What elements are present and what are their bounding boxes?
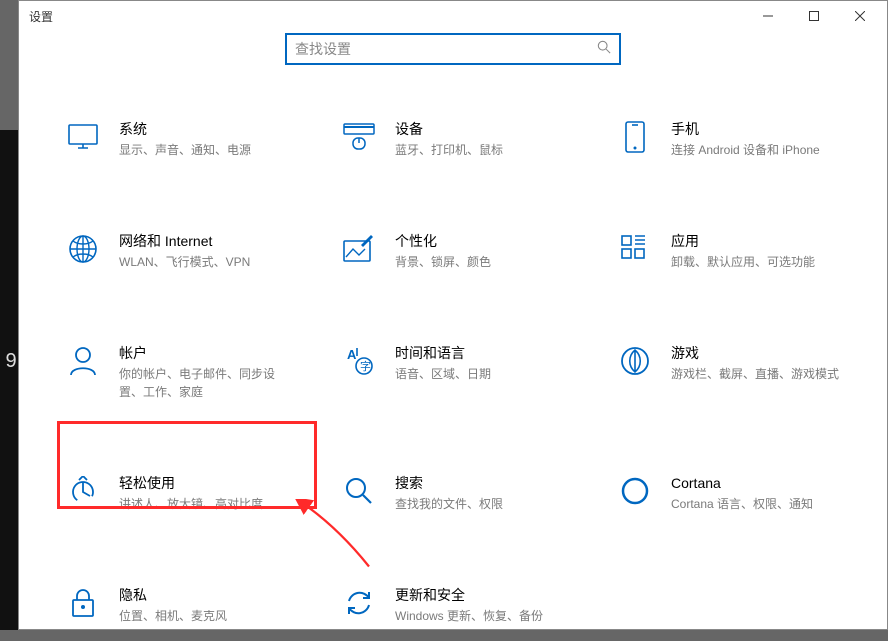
tile-devices[interactable]: 设备 蓝牙、打印机、鼠标	[315, 113, 591, 165]
system-icon	[65, 119, 101, 155]
privacy-icon	[65, 585, 101, 621]
tile-desc: 游戏栏、截屏、直播、游戏模式	[671, 365, 849, 383]
tile-desc: 你的帐户、电子邮件、同步设置、工作、家庭	[119, 365, 297, 401]
settings-window: 设置 系统 显示、声音、通知、电源	[18, 0, 888, 630]
tile-privacy[interactable]: 隐私 位置、相机、麦克风	[39, 579, 315, 631]
tile-title: 手机	[671, 119, 849, 139]
close-icon	[855, 11, 865, 21]
tile-cortana[interactable]: Cortana Cortana 语言、权限、通知	[591, 467, 867, 519]
tile-title: Cortana	[671, 473, 849, 493]
svg-text:字: 字	[360, 359, 371, 373]
tile-desc: WLAN、飞行模式、VPN	[119, 253, 297, 271]
tile-desc: 卸载、默认应用、可选功能	[671, 253, 849, 271]
tile-apps[interactable]: 应用 卸载、默认应用、可选功能	[591, 225, 867, 277]
tile-personalize[interactable]: 个性化 背景、锁屏、颜色	[315, 225, 591, 277]
time-icon: A字	[341, 343, 377, 379]
tile-desc: 蓝牙、打印机、鼠标	[395, 141, 573, 159]
tile-search[interactable]: 搜索 查找我的文件、权限	[315, 467, 591, 519]
tile-accounts[interactable]: 帐户 你的帐户、电子邮件、同步设置、工作、家庭	[39, 337, 315, 407]
tile-desc: 位置、相机、麦克风	[119, 607, 297, 625]
update-icon	[341, 585, 377, 621]
tile-desc: 显示、声音、通知、电源	[119, 141, 297, 159]
maximize-button[interactable]	[791, 1, 837, 31]
tile-system[interactable]: 系统 显示、声音、通知、电源	[39, 113, 315, 165]
minimize-button[interactable]	[745, 1, 791, 31]
svg-text:A: A	[347, 347, 357, 362]
tile-title: 应用	[671, 231, 849, 251]
tile-title: 帐户	[119, 343, 297, 363]
tile-title: 游戏	[671, 343, 849, 363]
tile-time[interactable]: A字 时间和语言 语音、区域、日期	[315, 337, 591, 407]
search-box[interactable]	[285, 33, 621, 65]
personalize-icon	[341, 231, 377, 267]
search-cat-icon	[341, 473, 377, 509]
tile-desc: 语音、区域、日期	[395, 365, 573, 383]
tile-title: 更新和安全	[395, 585, 573, 605]
tile-ease-of-access[interactable]: 轻松使用 讲述人、放大镜、高对比度	[39, 467, 315, 519]
tile-desc: 讲述人、放大镜、高对比度	[119, 495, 297, 513]
devices-icon	[341, 119, 377, 155]
minimize-icon	[763, 11, 773, 21]
search-input[interactable]	[295, 41, 597, 57]
cortana-icon	[617, 473, 653, 509]
tile-title: 设备	[395, 119, 573, 139]
tile-desc: 连接 Android 设备和 iPhone	[671, 141, 849, 159]
tile-desc: 查找我的文件、权限	[395, 495, 573, 513]
window-title: 设置	[23, 8, 745, 25]
tile-gaming[interactable]: 游戏 游戏栏、截屏、直播、游戏模式	[591, 337, 867, 407]
tile-title: 时间和语言	[395, 343, 573, 363]
settings-grid: 系统 显示、声音、通知、电源 设备 蓝牙、打印机、鼠标 手机 连接 Androi…	[19, 83, 887, 631]
tile-update[interactable]: 更新和安全 Windows 更新、恢复、备份	[315, 579, 591, 631]
tile-desc: Cortana 语言、权限、通知	[671, 495, 849, 513]
search-icon	[597, 40, 611, 59]
tile-title: 网络和 Internet	[119, 231, 297, 251]
phone-icon	[617, 119, 653, 155]
tile-desc: Windows 更新、恢复、备份	[395, 607, 573, 625]
tile-title: 系统	[119, 119, 297, 139]
tile-phone[interactable]: 手机 连接 Android 设备和 iPhone	[591, 113, 867, 165]
tile-network[interactable]: 网络和 Internet WLAN、飞行模式、VPN	[39, 225, 315, 277]
tile-title: 隐私	[119, 585, 297, 605]
tile-title: 搜索	[395, 473, 573, 493]
gaming-icon	[617, 343, 653, 379]
ease-icon	[65, 473, 101, 509]
tile-title: 轻松使用	[119, 473, 297, 493]
apps-icon	[617, 231, 653, 267]
titlebar: 设置	[19, 1, 887, 31]
accounts-icon	[65, 343, 101, 379]
tile-title: 个性化	[395, 231, 573, 251]
tile-desc: 背景、锁屏、颜色	[395, 253, 573, 271]
network-icon	[65, 231, 101, 267]
close-button[interactable]	[837, 1, 883, 31]
maximize-icon	[809, 11, 819, 21]
